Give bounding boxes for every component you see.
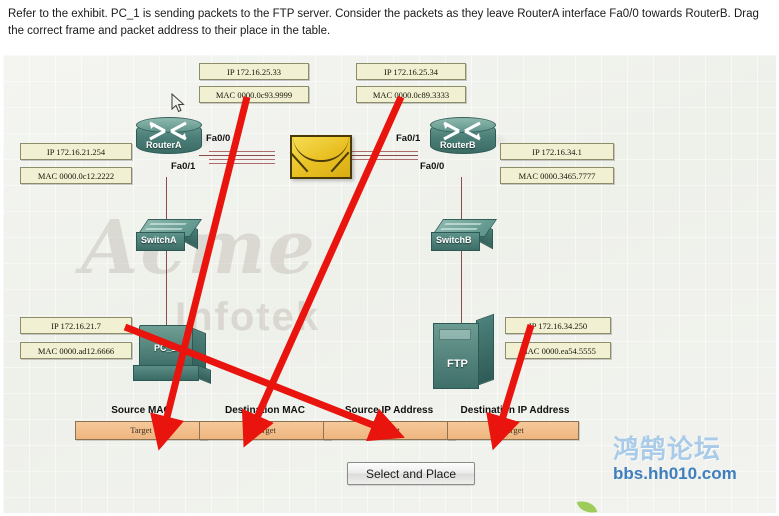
switcha-stripe-2 xyxy=(145,228,183,230)
iface-routera-fa01: Fa0/1 xyxy=(171,161,196,172)
link-routera-switcha xyxy=(166,177,167,221)
device-routerb-icon[interactable] xyxy=(430,117,513,157)
iface-routerb-fa00: Fa0/0 xyxy=(420,161,445,172)
router-arrows-icon xyxy=(443,121,481,141)
drop-target-destination-mac[interactable]: Target xyxy=(199,421,331,440)
select-and-place-button[interactable]: Select and Place xyxy=(347,462,475,485)
link-routera-to-cloud xyxy=(199,155,275,156)
serial-line-a1 xyxy=(209,151,275,152)
site-watermark-url: bbs.hh010.com xyxy=(613,464,737,483)
drop-target-source-ip[interactable]: Target xyxy=(323,421,455,440)
switchb-stripe-1 xyxy=(444,223,482,225)
column-header-destination-mac: Destination MAC xyxy=(225,405,305,416)
label-routera-wan-mac: MAC 0000.0c93.9999 xyxy=(199,86,309,103)
label-pc-ip: IP 172.16.21.7 xyxy=(20,317,132,334)
column-header-destination-ip: Destination IP Address xyxy=(460,405,570,416)
exhibit-watermark-acme: Acme xyxy=(81,205,317,291)
label-routera-lan-ip: IP 172.16.21.254 xyxy=(20,143,132,160)
device-ftp-icon[interactable] xyxy=(433,313,499,389)
drop-target-source-mac[interactable]: Target xyxy=(75,421,207,440)
label-ftp-mac: MAC 0000.ea54.5555 xyxy=(505,342,611,359)
drop-target-destination-ip[interactable]: Target xyxy=(447,421,579,440)
router-arrows-icon xyxy=(149,121,187,141)
iface-routera-fa00: Fa0/0 xyxy=(206,133,231,144)
envelope-icon xyxy=(289,135,352,179)
label-routerb-lan-ip: IP 172.16.34.1 xyxy=(500,143,614,160)
label-routerb-wan-mac: MAC 0000.0c89.3333 xyxy=(356,86,466,103)
switchb-stripe-2 xyxy=(440,228,478,230)
device-switchb-icon[interactable] xyxy=(430,219,498,251)
link-switchb-ftp xyxy=(461,251,462,323)
switchb-front xyxy=(431,232,480,251)
link-switcha-pc xyxy=(166,251,167,327)
label-ftp-ip: IP 172.16.34.250 xyxy=(505,317,611,334)
label-pc-mac: MAC 0000.ad12.6666 xyxy=(20,342,132,359)
device-switcha-icon[interactable] xyxy=(135,219,203,251)
switcha-stripe-1 xyxy=(149,223,187,225)
label-routera-wan-ip: IP 172.16.25.33 xyxy=(199,63,309,80)
ftp-vent xyxy=(439,329,471,340)
device-routera-icon[interactable] xyxy=(136,117,219,157)
iface-routerb-fa01: Fa0/1 xyxy=(396,133,421,144)
mouse-cursor-icon xyxy=(171,93,185,113)
serial-line-a2 xyxy=(209,159,275,160)
column-header-source-mac: Source MAC xyxy=(111,405,171,416)
question-prompt: Refer to the exhibit. PC_1 is sending pa… xyxy=(8,8,759,37)
label-routera-lan-mac: MAC 0000.0c12.2222 xyxy=(20,167,132,184)
label-routerb-wan-ip: IP 172.16.25.34 xyxy=(356,63,466,80)
device-pc1-icon[interactable] xyxy=(133,325,211,387)
pc-monitor xyxy=(139,325,193,367)
serial-line-a3 xyxy=(209,163,275,164)
site-watermark-chinese: 鸿鹄论坛 xyxy=(613,435,722,465)
label-routerb-lan-mac: MAC 0000.3465.7777 xyxy=(500,167,614,184)
pc-base xyxy=(133,365,199,381)
column-header-source-ip: Source IP Address xyxy=(344,405,434,416)
site-watermark: 鸿鹄论坛 bbs.hh010.com xyxy=(613,436,737,484)
link-routerb-switchb xyxy=(461,177,462,221)
switcha-front xyxy=(136,232,185,251)
